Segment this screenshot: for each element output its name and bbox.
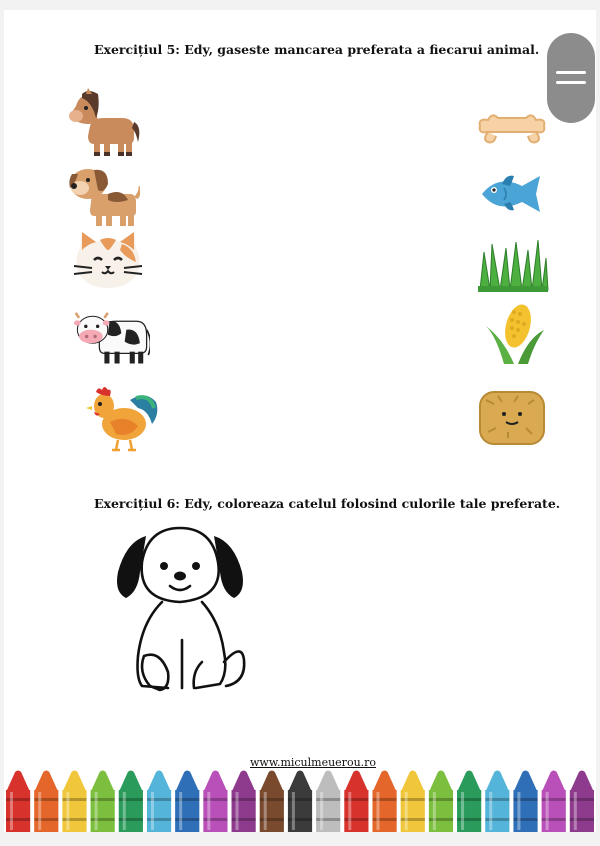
crayon — [90, 770, 115, 832]
grass-icon — [474, 228, 550, 298]
crayon — [118, 770, 143, 832]
cat-icon — [70, 228, 146, 298]
horse-icon — [64, 88, 140, 158]
puppy-coloring-outline — [108, 522, 256, 694]
crayon — [287, 770, 313, 832]
crayon — [372, 770, 397, 832]
crayon — [146, 770, 172, 832]
crayon — [34, 770, 59, 832]
crayon — [316, 770, 341, 832]
crayon — [62, 770, 87, 832]
corn-icon — [474, 300, 550, 370]
bone-icon — [474, 96, 550, 166]
crayon-border — [6, 770, 594, 832]
crayon — [569, 770, 594, 832]
hay-icon — [474, 382, 550, 452]
crayon — [541, 770, 566, 832]
crayon — [485, 770, 510, 832]
crayon — [231, 770, 256, 832]
exercise-5-title: Exercițiul 5: Edy, gaseste mancarea pref… — [94, 42, 540, 57]
handle-bar-top — [556, 71, 586, 74]
worksheet-page: Exercițiul 5: Edy, gaseste mancarea pref… — [4, 10, 596, 832]
dog-icon — [64, 160, 140, 230]
crayon — [457, 770, 482, 832]
crayon — [513, 770, 538, 832]
cow-icon — [74, 304, 150, 374]
crayon — [259, 770, 284, 832]
rooster-icon — [86, 384, 162, 454]
crayon — [400, 770, 425, 832]
crayon — [203, 770, 228, 832]
crayon — [175, 770, 200, 832]
scroll-handle[interactable] — [547, 33, 595, 123]
exercise-6-title: Exercițiul 6: Edy, coloreaza catelul fol… — [94, 496, 561, 511]
crayon — [428, 770, 454, 832]
crayon — [344, 770, 369, 832]
crayon — [6, 770, 31, 832]
handle-bar-bottom — [556, 81, 586, 84]
fish-icon — [474, 158, 550, 228]
